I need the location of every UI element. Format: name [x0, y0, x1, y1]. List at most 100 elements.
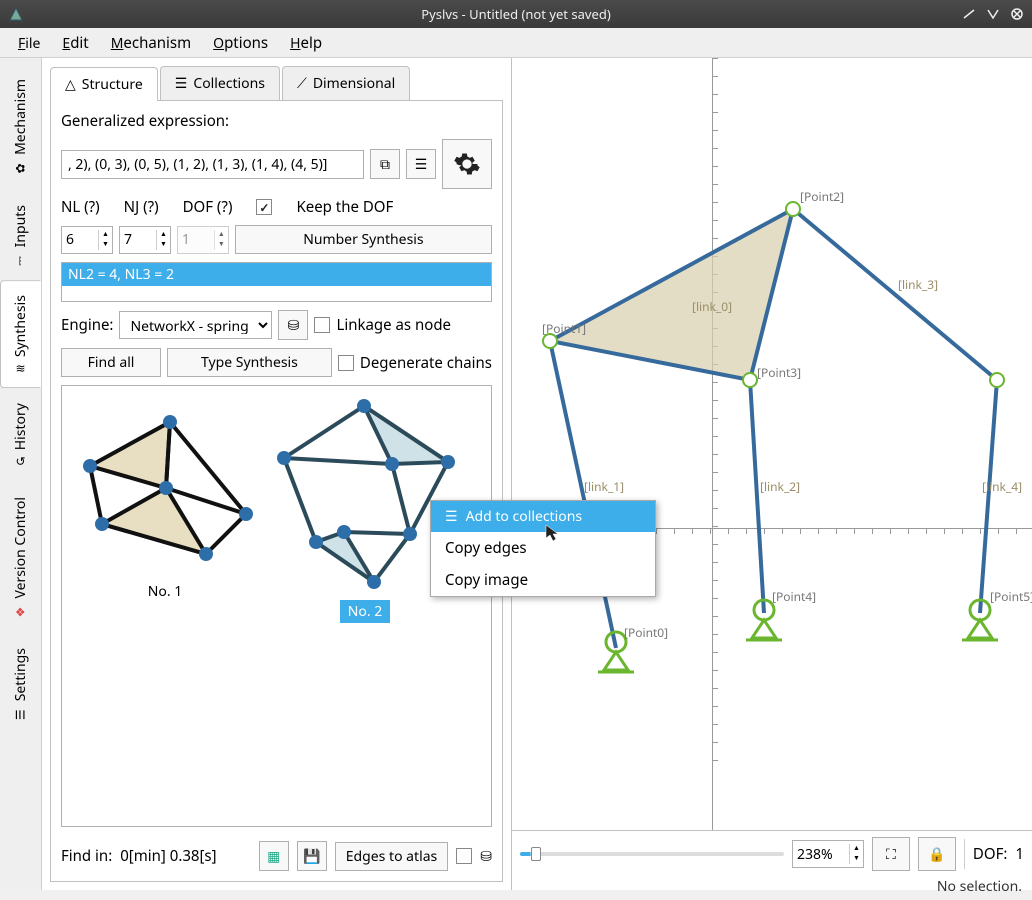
- link-label: [link_0]: [692, 298, 732, 315]
- engine-db-button[interactable]: ⛁: [278, 310, 308, 340]
- dof-spinner[interactable]: ▲▼: [177, 226, 229, 254]
- findin-value: 0[min] 0.38[s]: [120, 846, 216, 866]
- up-icon[interactable]: ▲: [98, 230, 112, 240]
- app-logo-icon: [8, 6, 24, 22]
- graph-1-icon: [70, 394, 260, 574]
- copy-icon: ⧉: [380, 155, 390, 174]
- stack-icon: ☰: [415, 155, 428, 174]
- lock-button[interactable]: 🔒: [918, 837, 956, 871]
- nl-spinner[interactable]: ▲▼: [61, 226, 113, 254]
- engine-select[interactable]: NetworkX - spring: [119, 311, 272, 339]
- point-label: [Point4]: [772, 588, 816, 605]
- menu-mechanism[interactable]: Mechanism: [101, 29, 201, 57]
- point-label: [Point0]: [624, 624, 668, 641]
- point-label: [Point5]: [990, 588, 1032, 605]
- titlebar: Pyslvs - Untitled (not yet saved): [0, 0, 1032, 28]
- branch-icon: ❖: [14, 603, 28, 620]
- number-synthesis-button[interactable]: Number Synthesis: [235, 225, 492, 254]
- nj-spinner[interactable]: ▲▼: [119, 226, 171, 254]
- expr-input[interactable]: [61, 150, 364, 179]
- atlas-list[interactable]: No. 1 No. 2: [61, 385, 492, 827]
- context-menu: ☰Add to collections Copy edges Copy imag…: [430, 500, 656, 597]
- degenerate-label: Degenerate chains: [360, 353, 492, 373]
- menu-options[interactable]: Options: [203, 29, 278, 57]
- save-icon: 💾: [303, 847, 320, 866]
- gear-icon: ✿: [14, 159, 28, 176]
- linkage-node-label: Linkage as node: [336, 315, 451, 335]
- zoom-spinner[interactable]: ▲▼: [792, 840, 864, 868]
- side-tabs: ✿Mechanism ⎓Inputs ≋Synthesis ↺History ❖…: [0, 58, 42, 890]
- down-icon[interactable]: ▼: [156, 240, 170, 250]
- list-item[interactable]: NL2 = 4, NL3 = 2: [62, 263, 491, 286]
- type-synthesis-button[interactable]: Type Synthesis: [167, 348, 332, 377]
- down-icon[interactable]: ▼: [849, 854, 863, 864]
- atlas-item-1[interactable]: No. 1: [70, 394, 260, 603]
- settings-gear-button[interactable]: [442, 139, 492, 189]
- menu-edit[interactable]: Edit: [52, 29, 98, 57]
- database-icon: ⛁: [288, 316, 300, 335]
- menu-help[interactable]: Help: [280, 29, 332, 57]
- point-label: [Point2]: [800, 188, 844, 205]
- synthesis-panel: △Structure ☰Collections ⟋Dimensional Gen…: [42, 58, 512, 890]
- expand-icon: ⛶: [886, 845, 896, 864]
- atlas-caption: No. 1: [140, 580, 191, 603]
- degenerate-checkbox[interactable]: [338, 355, 354, 371]
- close-icon[interactable]: [1008, 5, 1026, 23]
- minimize-icon[interactable]: [960, 5, 978, 23]
- copy-expr-button[interactable]: ⧉: [370, 149, 400, 179]
- menu-file[interactable]: File: [8, 29, 50, 57]
- point-label: [Point3]: [757, 364, 801, 381]
- vtab-inputs[interactable]: ⎓Inputs: [0, 190, 41, 280]
- structure-icon: △: [65, 75, 76, 94]
- sliders-icon: ☰: [14, 706, 28, 723]
- fit-button[interactable]: ⛶: [872, 837, 910, 871]
- up-icon[interactable]: ▲: [156, 230, 170, 240]
- link-label: [link_2]: [760, 478, 800, 495]
- maximize-icon[interactable]: [984, 5, 1002, 23]
- vtab-version[interactable]: ❖Version Control: [0, 482, 41, 634]
- vtab-synthesis[interactable]: ≋Synthesis: [0, 280, 41, 388]
- gear-icon: [453, 146, 481, 182]
- up-icon[interactable]: ▲: [849, 844, 863, 854]
- linkage-node-checkbox[interactable]: [314, 317, 330, 333]
- keep-dof-checkbox[interactable]: [256, 199, 272, 215]
- link-label: [link_3]: [898, 276, 938, 293]
- canvas-footer: ▲▼ ⛶ 🔒 DOF: 1 No selection.: [512, 830, 1032, 890]
- db-icon: ⛁: [480, 847, 492, 866]
- tab-collections[interactable]: ☰Collections: [160, 66, 280, 100]
- atlas-checkbox[interactable]: [456, 848, 472, 864]
- up-icon: ▲: [214, 230, 228, 240]
- nj-label: NJ (?): [124, 197, 159, 217]
- ctx-add-collections[interactable]: ☰Add to collections: [431, 501, 655, 532]
- slider-knob[interactable]: [531, 847, 541, 861]
- lock-icon: 🔒: [928, 845, 945, 864]
- image-button[interactable]: ▦: [259, 841, 289, 871]
- history-icon: ↺: [15, 453, 25, 470]
- plug-icon: ⎓: [15, 251, 27, 268]
- ctx-copy-image[interactable]: Copy image: [431, 564, 655, 596]
- dof-label: DOF (?): [183, 197, 233, 217]
- down-icon[interactable]: ▼: [98, 240, 112, 250]
- save-button[interactable]: 💾: [297, 841, 327, 871]
- tab-structure[interactable]: △Structure: [50, 67, 158, 101]
- vtab-settings[interactable]: ☰Settings: [0, 633, 41, 736]
- stack-expr-button[interactable]: ☰: [406, 149, 436, 179]
- vtab-mechanism[interactable]: ✿Mechanism: [0, 64, 41, 190]
- assortment-list[interactable]: NL2 = 4, NL3 = 2: [61, 262, 492, 302]
- expr-label: Generalized expression:: [61, 111, 492, 131]
- window-title: Pyslvs - Untitled (not yet saved): [421, 5, 610, 23]
- tab-dimensional[interactable]: ⟋Dimensional: [282, 66, 410, 100]
- dof-value: 1: [1015, 844, 1024, 864]
- ctx-copy-edges[interactable]: Copy edges: [431, 532, 655, 564]
- stack-icon: ☰: [175, 74, 188, 93]
- link-label: [link_4]: [982, 478, 1022, 495]
- zoom-slider[interactable]: [520, 852, 784, 856]
- find-all-button[interactable]: Find all: [61, 348, 161, 377]
- edges-atlas-button[interactable]: Edges to atlas: [335, 842, 449, 871]
- synthesis-icon: ≋: [15, 360, 25, 377]
- link-label: [link_1]: [584, 478, 624, 495]
- down-icon: ▼: [214, 240, 228, 250]
- vtab-history[interactable]: ↺History: [0, 388, 41, 481]
- main-canvas[interactable]: [Point1] [Point2] [Point3] [Point5] [Poi…: [512, 58, 1032, 890]
- keep-dof-label: Keep the DOF: [296, 197, 393, 217]
